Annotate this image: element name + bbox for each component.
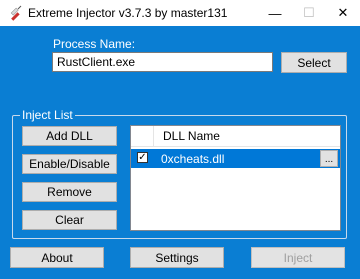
clear-button[interactable]: Clear: [22, 210, 117, 230]
remove-button[interactable]: Remove: [22, 182, 117, 202]
column-divider: [153, 126, 154, 146]
enable-disable-button[interactable]: Enable/Disable: [22, 154, 117, 174]
inject-button[interactable]: Inject: [251, 247, 345, 268]
dll-list-header: DLL Name: [131, 126, 340, 147]
window-title: Extreme Injector v3.7.3 by master131: [28, 6, 228, 20]
dll-name: 0xcheats.dll: [161, 152, 225, 166]
dll-list[interactable]: DLL Name ✓ 0xcheats.dll ...: [130, 125, 341, 231]
inject-list-label: Inject List: [20, 108, 75, 122]
add-dll-button[interactable]: Add DLL: [22, 126, 117, 146]
dll-name-column-header[interactable]: DLL Name: [163, 129, 220, 143]
dll-enabled-checkbox[interactable]: ✓: [137, 152, 148, 163]
browse-dll-button[interactable]: ...: [320, 150, 338, 167]
process-name-label: Process Name:: [53, 37, 136, 51]
process-name-input[interactable]: RustClient.exe: [52, 52, 273, 72]
title-bar[interactable]: Extreme Injector v3.7.3 by master131 — ☐…: [0, 0, 360, 26]
close-button[interactable]: ✕: [326, 0, 360, 26]
syringe-icon: [6, 5, 22, 21]
maximize-button[interactable]: ☐: [292, 0, 326, 26]
dll-list-row[interactable]: ✓ 0xcheats.dll ...: [131, 149, 340, 168]
select-process-button[interactable]: Select: [281, 52, 347, 73]
minimize-button[interactable]: —: [258, 0, 292, 26]
about-button[interactable]: About: [10, 247, 104, 268]
settings-button[interactable]: Settings: [130, 247, 224, 268]
injector-window: Extreme Injector v3.7.3 by master131 — ☐…: [0, 0, 360, 279]
